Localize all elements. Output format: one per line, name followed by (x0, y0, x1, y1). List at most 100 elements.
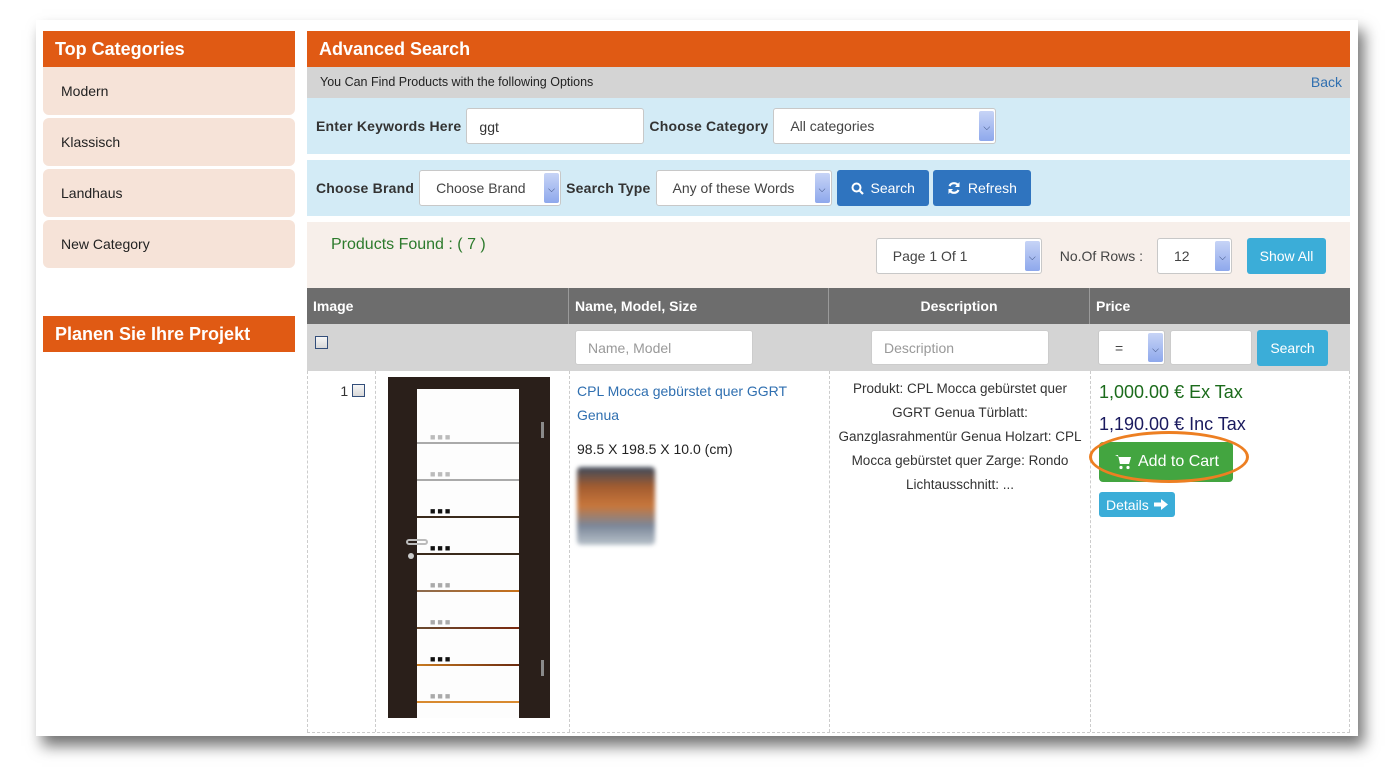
product-name-cell: CPL Mocca gebürstet quer GGRT Genua 98.5… (569, 371, 829, 732)
add-to-cart-wrapper: Add to Cart (1089, 431, 1249, 483)
door-bar (417, 516, 519, 518)
keyword-filter-row: Enter Keywords Here ggt Choose Category … (307, 98, 1350, 154)
door-bar (417, 627, 519, 629)
page-frame: Top Categories Modern Klassisch Landhaus… (36, 20, 1358, 736)
door-dots: ■■■ (430, 580, 453, 590)
chevron-down-icon: ⌵ (979, 111, 995, 141)
options-bar: You Can Find Products with the following… (307, 67, 1350, 98)
add-to-cart-button[interactable]: Add to Cart (1099, 442, 1233, 482)
price-filter-input[interactable] (1170, 330, 1252, 365)
column-header-name: Name, Model, Size (569, 288, 829, 324)
show-all-button[interactable]: Show All (1247, 238, 1326, 274)
select-all-checkbox[interactable] (315, 336, 328, 349)
row-checkbox[interactable] (352, 384, 365, 397)
door-dots: ■■■ (430, 543, 453, 553)
category-list: Modern Klassisch Landhaus New Category (43, 67, 295, 268)
category-label: Choose Category (649, 118, 769, 134)
search-type-label: Search Type (566, 180, 651, 196)
column-header-description: Description (829, 288, 1090, 324)
page-select[interactable]: Page 1 Of 1 ⌵ (875, 238, 1042, 274)
details-label: Details (1106, 496, 1149, 513)
price-inc-tax: 1,190.00 € Inc Tax (1099, 414, 1246, 434)
door-bar (417, 590, 519, 592)
door-dots: ■■■ (430, 506, 453, 516)
name-model-filter-input[interactable]: Name, Model (575, 330, 753, 365)
row-select-cell: 1 (307, 371, 375, 732)
filter-name-cell: Name, Model (569, 324, 829, 371)
price-operator-value: = (1115, 340, 1124, 356)
page-title: Advanced Search (307, 31, 1350, 67)
page-select-value: Page 1 Of 1 (892, 248, 968, 264)
search-button[interactable]: Search (836, 170, 929, 206)
product-description: Produkt: CPL Mocca gebürstet quer GGRT G… (829, 371, 1090, 732)
door-bar (417, 701, 519, 703)
door-bar (417, 664, 519, 666)
product-image-cell: ■■■ ■■■ ■■■ ■■■ ■■■ ■■■ ■■■ ■■■ (375, 371, 569, 732)
price-filter-search-button[interactable]: Search (1257, 329, 1328, 366)
rows-label: No.Of Rows : (1059, 248, 1143, 264)
sidebar: Top Categories Modern Klassisch Landhaus… (43, 31, 295, 352)
search-type-select-value: Any of these Words (672, 180, 795, 196)
product-image[interactable]: ■■■ ■■■ ■■■ ■■■ ■■■ ■■■ ■■■ ■■■ (388, 377, 550, 718)
product-name-link[interactable]: CPL Mocca gebürstet quer GGRT Genua (577, 379, 821, 427)
door-hinge (541, 422, 544, 438)
sidebar-item-new-category[interactable]: New Category (43, 220, 295, 268)
products-found-count: Products Found : ( 7 ) (331, 236, 486, 253)
refresh-button-label: Refresh (967, 180, 1017, 196)
table-header: Image Name, Model, Size Description Pric… (307, 288, 1350, 324)
refresh-button[interactable]: Refresh (932, 170, 1031, 206)
price-operator-select[interactable]: = ⌵ (1098, 330, 1165, 365)
door-dots: ■■■ (430, 654, 453, 664)
door-glass-panel: ■■■ ■■■ ■■■ ■■■ ■■■ ■■■ ■■■ ■■■ (417, 389, 519, 718)
product-price-cell: 1,000.00 € Ex Tax 1,190.00 € Inc Tax Add… (1089, 371, 1350, 732)
filter-description-cell: Description (829, 324, 1090, 371)
add-to-cart-label: Add to Cart (1138, 453, 1219, 470)
shopping-cart-icon (1115, 455, 1131, 470)
category-select[interactable]: All categories ⌵ (773, 108, 997, 144)
door-dots: ■■■ (430, 691, 453, 701)
door-lock (408, 553, 414, 559)
options-description: You Can Find Products with the following… (320, 75, 594, 89)
brand-select[interactable]: Choose Brand ⌵ (419, 170, 562, 206)
arrow-right-icon (1153, 499, 1168, 510)
sidebar-item-landhaus[interactable]: Landhaus (43, 169, 295, 217)
description-filter-input[interactable]: Description (871, 330, 1049, 365)
pagination-controls: Page 1 Of 1 ⌵ No.Of Rows : 12 ⌵ Show All (875, 238, 1326, 274)
door-bar (417, 553, 519, 555)
table-row: 1 ■■■ ■■■ ■■■ ■■■ ■■■ ■■■ ■■■ ■■■ CPL Mo… (307, 371, 1350, 733)
door-bar (417, 479, 519, 481)
sidebar-item-modern[interactable]: Modern (43, 67, 295, 115)
price-ex-tax: 1,000.00 € Ex Tax (1099, 382, 1243, 402)
door-hinge (541, 660, 544, 676)
chevron-down-icon: ⌵ (544, 173, 560, 203)
door-handle (406, 539, 428, 545)
product-size: 98.5 X 198.5 X 10.0 (cm) (577, 441, 733, 457)
rows-per-page-select[interactable]: 12 ⌵ (1157, 238, 1232, 274)
back-link[interactable]: Back (1311, 67, 1342, 98)
table-filter-row: Name, Model Description = ⌵ Search (307, 324, 1350, 371)
brand-filter-row: Choose Brand Choose Brand ⌵ Search Type … (307, 160, 1350, 216)
search-type-select[interactable]: Any of these Words ⌵ (655, 170, 832, 206)
top-categories-heading: Top Categories (43, 31, 295, 67)
keywords-input[interactable]: ggt (466, 108, 645, 144)
door-dots: ■■■ (430, 469, 453, 479)
product-thumbnail[interactable] (577, 467, 655, 545)
sidebar-item-klassisch[interactable]: Klassisch (43, 118, 295, 166)
results-bar: Products Found : ( 7 ) Page 1 Of 1 ⌵ No.… (307, 222, 1350, 288)
search-icon (851, 182, 864, 195)
row-index: 1 (340, 383, 349, 399)
chevron-down-icon: ⌵ (814, 173, 830, 203)
door-dots: ■■■ (430, 432, 453, 442)
filter-price-cell: = ⌵ Search (1090, 324, 1350, 371)
door-dots: ■■■ (430, 617, 453, 627)
keywords-label: Enter Keywords Here (316, 118, 462, 134)
projekt-heading: Planen Sie Ihre Projekt (43, 316, 295, 352)
column-header-image: Image (307, 288, 569, 324)
chevron-down-icon: ⌵ (1148, 333, 1163, 362)
chevron-down-icon: ⌵ (1215, 241, 1230, 271)
details-button[interactable]: Details (1099, 492, 1175, 517)
door-bar (417, 442, 519, 444)
brand-label: Choose Brand (316, 180, 415, 196)
search-button-label: Search (870, 180, 915, 196)
filter-select-all-cell (307, 324, 569, 371)
